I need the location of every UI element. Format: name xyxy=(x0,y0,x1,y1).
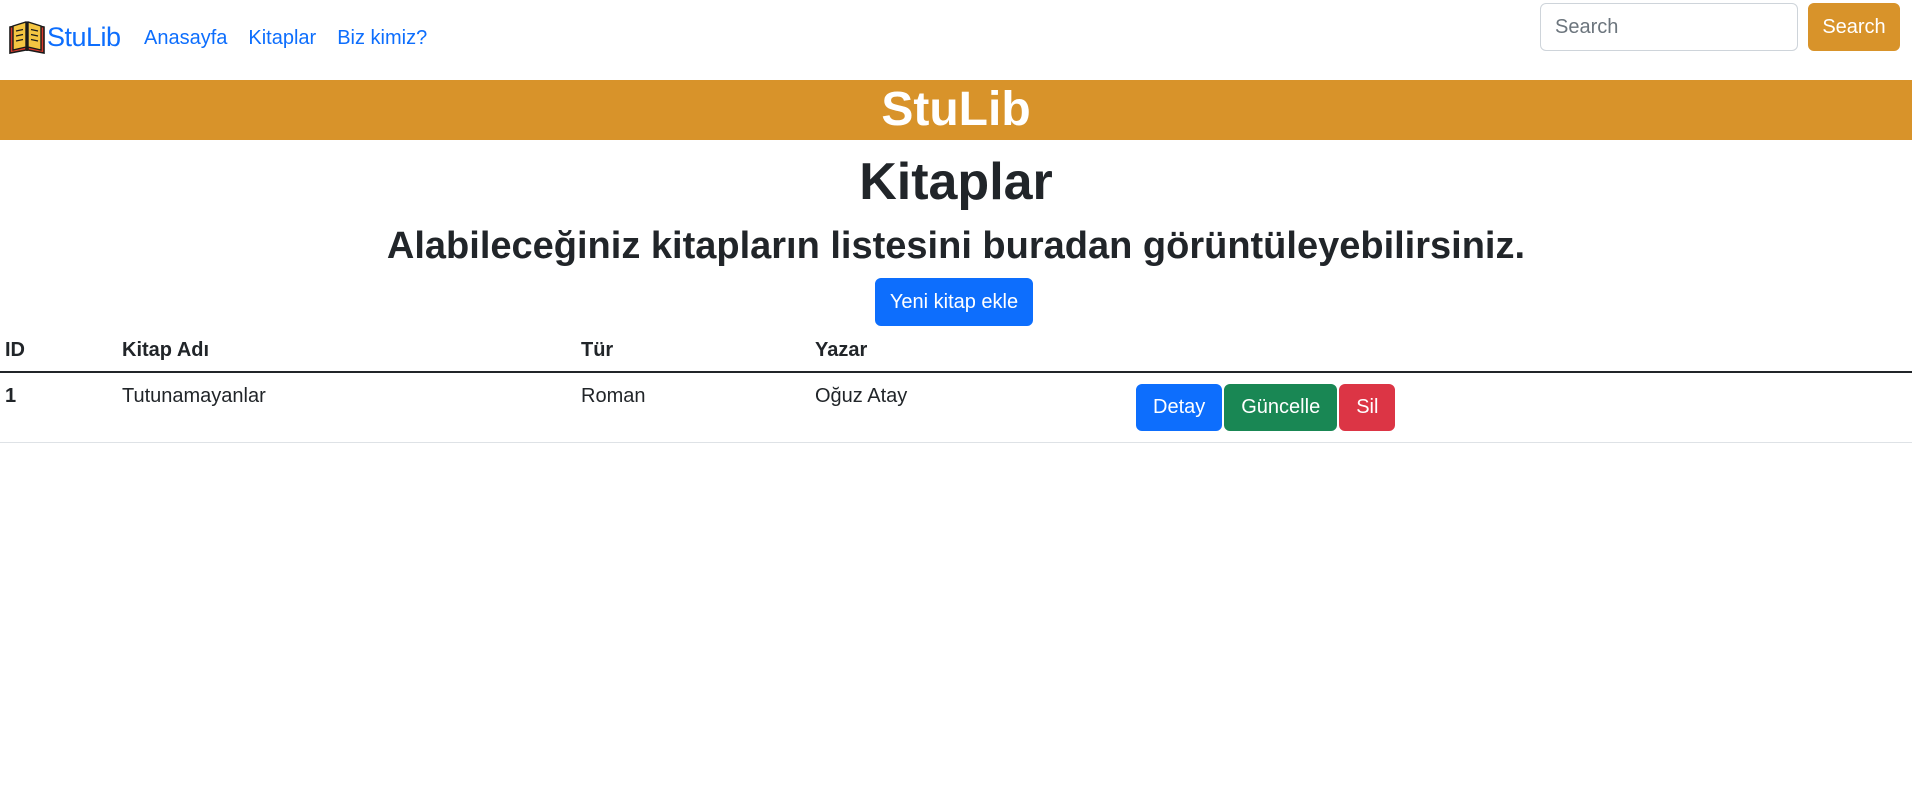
book-id-cell: 1 xyxy=(0,372,117,443)
column-header-id: ID xyxy=(0,330,117,373)
search-button[interactable]: Search xyxy=(1808,3,1900,51)
detail-button[interactable]: Detay xyxy=(1136,383,1223,431)
open-book-icon xyxy=(9,21,45,54)
column-header-actions xyxy=(1130,330,1912,373)
delete-button[interactable]: Sil xyxy=(1339,383,1396,431)
book-name-cell: Tutunamayanlar xyxy=(117,372,576,443)
nav-link-biz-kimiz[interactable]: Biz kimiz? xyxy=(337,23,427,53)
update-button[interactable]: Güncelle xyxy=(1224,383,1338,431)
book-type-cell: Roman xyxy=(576,372,810,443)
column-header-author: Yazar xyxy=(810,330,1130,373)
brand-text: StuLib xyxy=(47,21,121,52)
add-book-button[interactable]: Yeni kitap ekle xyxy=(875,278,1033,326)
navbar: StuLib Anasayfa Kitaplar Biz kimiz? Sear… xyxy=(0,0,1912,80)
banner-title: StuLib xyxy=(881,83,1031,136)
page-subtitle: Alabileceğiniz kitapların listesini bura… xyxy=(386,225,1526,267)
book-author-cell: Oğuz Atay xyxy=(810,372,1130,443)
brand-link[interactable]: StuLib xyxy=(7,17,121,57)
banner: StuLib xyxy=(0,80,1912,140)
nav-link-kitaplar[interactable]: Kitaplar xyxy=(248,23,316,53)
nav-link-anasayfa[interactable]: Anasayfa xyxy=(144,23,227,53)
book-actions-cell: Detay Güncelle Sil xyxy=(1130,372,1912,443)
nav-links: Anasayfa Kitaplar Biz kimiz? xyxy=(144,23,427,53)
page-title: Kitaplar xyxy=(859,153,1053,211)
table-row: 1 Tutunamayanlar Roman Oğuz Atay Detay Gü… xyxy=(0,372,1912,443)
column-header-type: Tür xyxy=(576,330,810,373)
search-input[interactable] xyxy=(1540,3,1798,51)
books-table: ID Kitap Adı Tür Yazar 1 Tutunamayanlar … xyxy=(0,330,1912,443)
table-header-row: ID Kitap Adı Tür Yazar xyxy=(0,330,1912,373)
column-header-book-name: Kitap Adı xyxy=(117,330,576,373)
